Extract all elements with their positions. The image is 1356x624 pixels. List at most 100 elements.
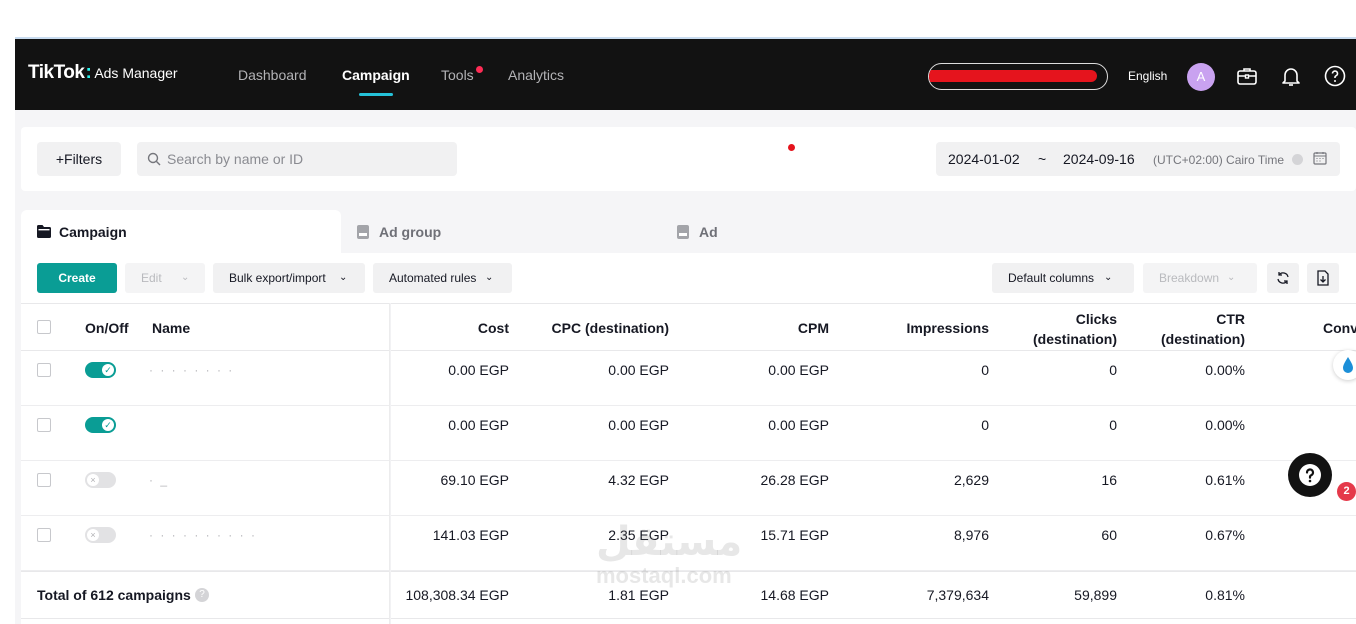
bell-icon[interactable] — [1279, 64, 1303, 88]
table-row[interactable]: ✓ 0.00 EGP 0.00 EGP 0.00 EGP 0 0 0.00% — [21, 406, 1356, 461]
rules-label: Automated rules — [389, 271, 477, 285]
cpm-cell: 0.00 EGP — [768, 362, 829, 378]
refresh-button[interactable] — [1267, 263, 1299, 293]
help-icon — [1299, 464, 1321, 486]
campaign-name-obscured[interactable]: · · · · · · · · — [149, 363, 234, 377]
watermark-latin: mostaql.com — [596, 563, 732, 588]
tiktok-logo[interactable]: TikTok: Ads Manager — [28, 62, 178, 84]
nav-dashboard[interactable]: Dashboard — [238, 67, 307, 83]
default-columns-button[interactable]: Default columns ⌄ — [992, 263, 1134, 293]
col-impressions[interactable]: Impressions — [907, 320, 989, 336]
date-separator: ~ — [1038, 151, 1047, 167]
total-ctr: 0.81% — [1205, 587, 1245, 603]
total-label: Total of 612 campaigns — [37, 587, 191, 603]
col-ctr-line1: CTR — [1216, 311, 1245, 327]
bulk-label: Bulk export/import — [229, 271, 326, 285]
cpm-cell: 0.00 EGP — [768, 417, 829, 433]
automated-rules-button[interactable]: Automated rules ⌄ — [373, 263, 512, 293]
row-checkbox[interactable] — [37, 363, 51, 377]
close-icon: × — [87, 474, 99, 486]
nav-tools[interactable]: Tools — [441, 67, 474, 83]
chevron-down-icon: ⌄ — [1227, 272, 1236, 283]
col-cpm[interactable]: CPM — [798, 320, 829, 336]
water-drop-widget[interactable] — [1333, 350, 1356, 380]
col-clicks[interactable]: Clicks (destination) — [1033, 309, 1117, 349]
select-all-checkbox[interactable] — [37, 320, 51, 334]
col-ctr[interactable]: CTR (destination) — [1161, 309, 1245, 349]
cpm-cell: 26.28 EGP — [760, 472, 830, 488]
cpm-cell: 15.71 EGP — [760, 527, 830, 543]
watermark-arabic: مستقل — [596, 519, 743, 565]
search-box — [137, 142, 457, 176]
date-end: 2024-09-16 — [1063, 151, 1135, 167]
status-toggle[interactable]: ✓ — [85, 417, 116, 433]
col-onoff[interactable]: On/Off — [85, 320, 129, 336]
check-icon: ✓ — [102, 364, 114, 376]
impressions-cell: 2,629 — [953, 472, 989, 488]
tab-campaign[interactable]: Campaign — [21, 210, 341, 253]
download-file-icon — [1317, 270, 1329, 286]
row-checkbox[interactable] — [37, 528, 51, 542]
col-ctr-line2: (destination) — [1161, 331, 1245, 347]
top-nav: TikTok: Ads Manager Dashboard Campaign To… — [15, 39, 1356, 110]
timezone-info-icon[interactable] — [1292, 154, 1303, 165]
cpc-cell: 0.00 EGP — [608, 362, 669, 378]
filters-button[interactable]: +Filters — [37, 142, 121, 176]
bulk-export-import-button[interactable]: Bulk export/import ⌄ — [213, 263, 365, 293]
account-selector[interactable] — [928, 63, 1108, 90]
ctr-cell: 0.67% — [1205, 527, 1245, 543]
tab-ad-group-label: Ad group — [379, 224, 442, 240]
status-toggle[interactable]: × — [85, 472, 116, 488]
clicks-cell: 16 — [1101, 472, 1117, 488]
chevron-down-icon: ⌄ — [181, 272, 190, 283]
search-icon — [147, 152, 161, 166]
watermark: مستقل mostaql.com — [596, 520, 742, 588]
campaign-name-obscured[interactable]: · _ — [149, 473, 169, 487]
check-icon: ✓ — [102, 419, 114, 431]
help-chat-button[interactable] — [1288, 453, 1332, 497]
campaign-name-obscured[interactable]: · · · · · · · · · · — [149, 528, 257, 542]
breakdown-button[interactable]: Breakdown ⌄ — [1143, 263, 1257, 293]
total-clicks: 59,899 — [1074, 587, 1117, 603]
toolbox-icon[interactable] — [1235, 64, 1259, 88]
export-button[interactable] — [1307, 263, 1339, 293]
col-name[interactable]: Name — [152, 320, 190, 336]
create-button[interactable]: Create — [37, 263, 117, 293]
total-info-icon[interactable]: ? — [195, 588, 209, 602]
language-selector[interactable]: English — [1128, 69, 1167, 83]
nav-campaign[interactable]: Campaign — [342, 67, 410, 96]
edit-button[interactable]: Edit ⌄ — [125, 263, 205, 293]
logo-subtitle: Ads Manager — [94, 65, 178, 81]
col-clicks-line2: (destination) — [1033, 331, 1117, 347]
avatar[interactable]: A — [1187, 63, 1215, 91]
col-cpc[interactable]: CPC (destination) — [552, 320, 669, 336]
tab-ad-label: Ad — [699, 224, 718, 240]
row-checkbox[interactable] — [37, 473, 51, 487]
breakdown-label: Breakdown — [1159, 271, 1220, 285]
impressions-cell: 0 — [981, 362, 989, 378]
total-cost: 108,308.34 EGP — [405, 587, 509, 603]
table-header: On/Off Name Cost CPC (destination) CPM I… — [21, 303, 1356, 351]
total-cpm: 14.68 EGP — [760, 587, 830, 603]
tab-ad-group[interactable]: Ad group — [341, 210, 661, 253]
tab-campaign-label: Campaign — [59, 224, 127, 240]
date-range-picker[interactable]: 2024-01-02 ~ 2024-09-16 (UTC+02:00) Cair… — [936, 142, 1340, 176]
calendar-icon[interactable] — [1313, 151, 1327, 165]
droplet-icon — [1343, 357, 1353, 373]
col-cost[interactable]: Cost — [478, 320, 509, 336]
help-icon[interactable] — [1323, 64, 1347, 88]
search-input[interactable] — [167, 142, 447, 176]
row-checkbox[interactable] — [37, 418, 51, 432]
tab-ad[interactable]: Ad — [661, 210, 981, 253]
nav-analytics[interactable]: Analytics — [508, 67, 564, 83]
filter-bar: +Filters 2024-01-02 ~ 2024-09-16 (UTC+02… — [21, 127, 1356, 191]
logo-text: TikTok — [28, 62, 85, 83]
col-clicks-line1: Clicks — [1075, 311, 1117, 327]
col-conversions[interactable]: Conv — [1323, 320, 1356, 336]
status-toggle[interactable]: × — [85, 527, 116, 543]
table-row[interactable]: × · _ 69.10 EGP 4.32 EGP 26.28 EGP 2,629… — [21, 461, 1356, 516]
impressions-cell: 8,976 — [953, 527, 989, 543]
status-toggle[interactable]: ✓ — [85, 362, 116, 378]
clicks-cell: 0 — [1109, 362, 1117, 378]
table-row[interactable]: ✓ · · · · · · · · 0.00 EGP 0.00 EGP 0.00… — [21, 351, 1356, 406]
